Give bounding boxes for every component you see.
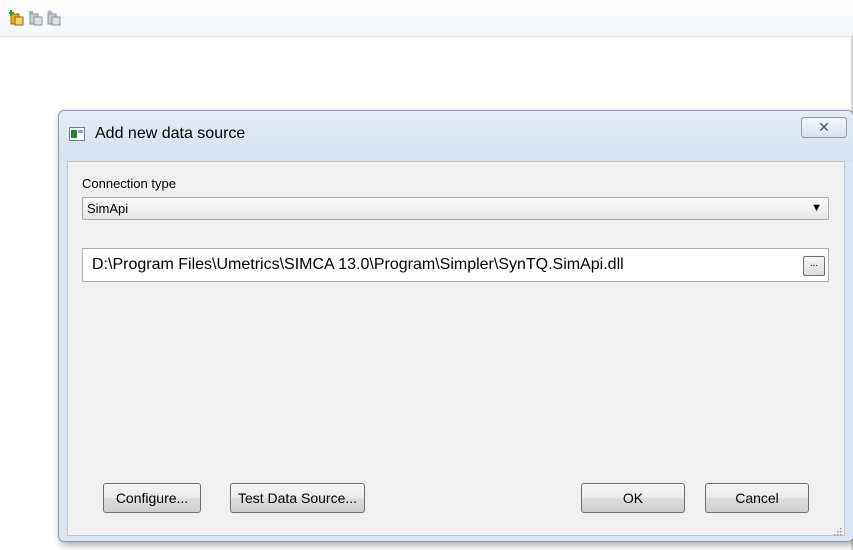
dialog-app-icon [69, 127, 85, 141]
cancel-button[interactable]: Cancel [705, 483, 809, 513]
toolbar [0, 0, 853, 37]
edit-data-source-icon[interactable] [28, 10, 44, 26]
connection-type-select[interactable]: SimApi ▼ [82, 197, 829, 220]
dll-path-field[interactable]: D:\Program Files\Umetrics\SIMCA 13.0\Pro… [82, 248, 829, 282]
dialog-client-area: Connection type SimApi ▼ D:\Program File… [67, 161, 845, 536]
test-data-source-button[interactable]: Test Data Source... [230, 483, 365, 513]
close-icon: ✕ [818, 119, 830, 135]
remove-data-source-icon[interactable] [46, 10, 62, 26]
ok-button[interactable]: OK [581, 483, 685, 513]
connection-type-value: SimApi [87, 201, 129, 216]
add-data-source-icon[interactable] [9, 10, 25, 26]
dll-path-value: D:\Program Files\Umetrics\SIMCA 13.0\Pro… [92, 256, 624, 273]
add-data-source-dialog: Add new data source ✕ Connection type Si… [58, 110, 853, 542]
dialog-titlebar[interactable]: Add new data source ✕ [59, 111, 853, 161]
configure-button[interactable]: Configure... [103, 483, 201, 513]
chevron-down-icon: ▼ [811, 202, 822, 214]
close-button[interactable]: ✕ [801, 117, 847, 138]
resize-grip-icon[interactable] [832, 523, 842, 536]
connection-type-label: Connection type [82, 176, 176, 191]
dialog-title: Add new data source [95, 125, 246, 142]
browse-button[interactable]: ... [803, 256, 825, 276]
